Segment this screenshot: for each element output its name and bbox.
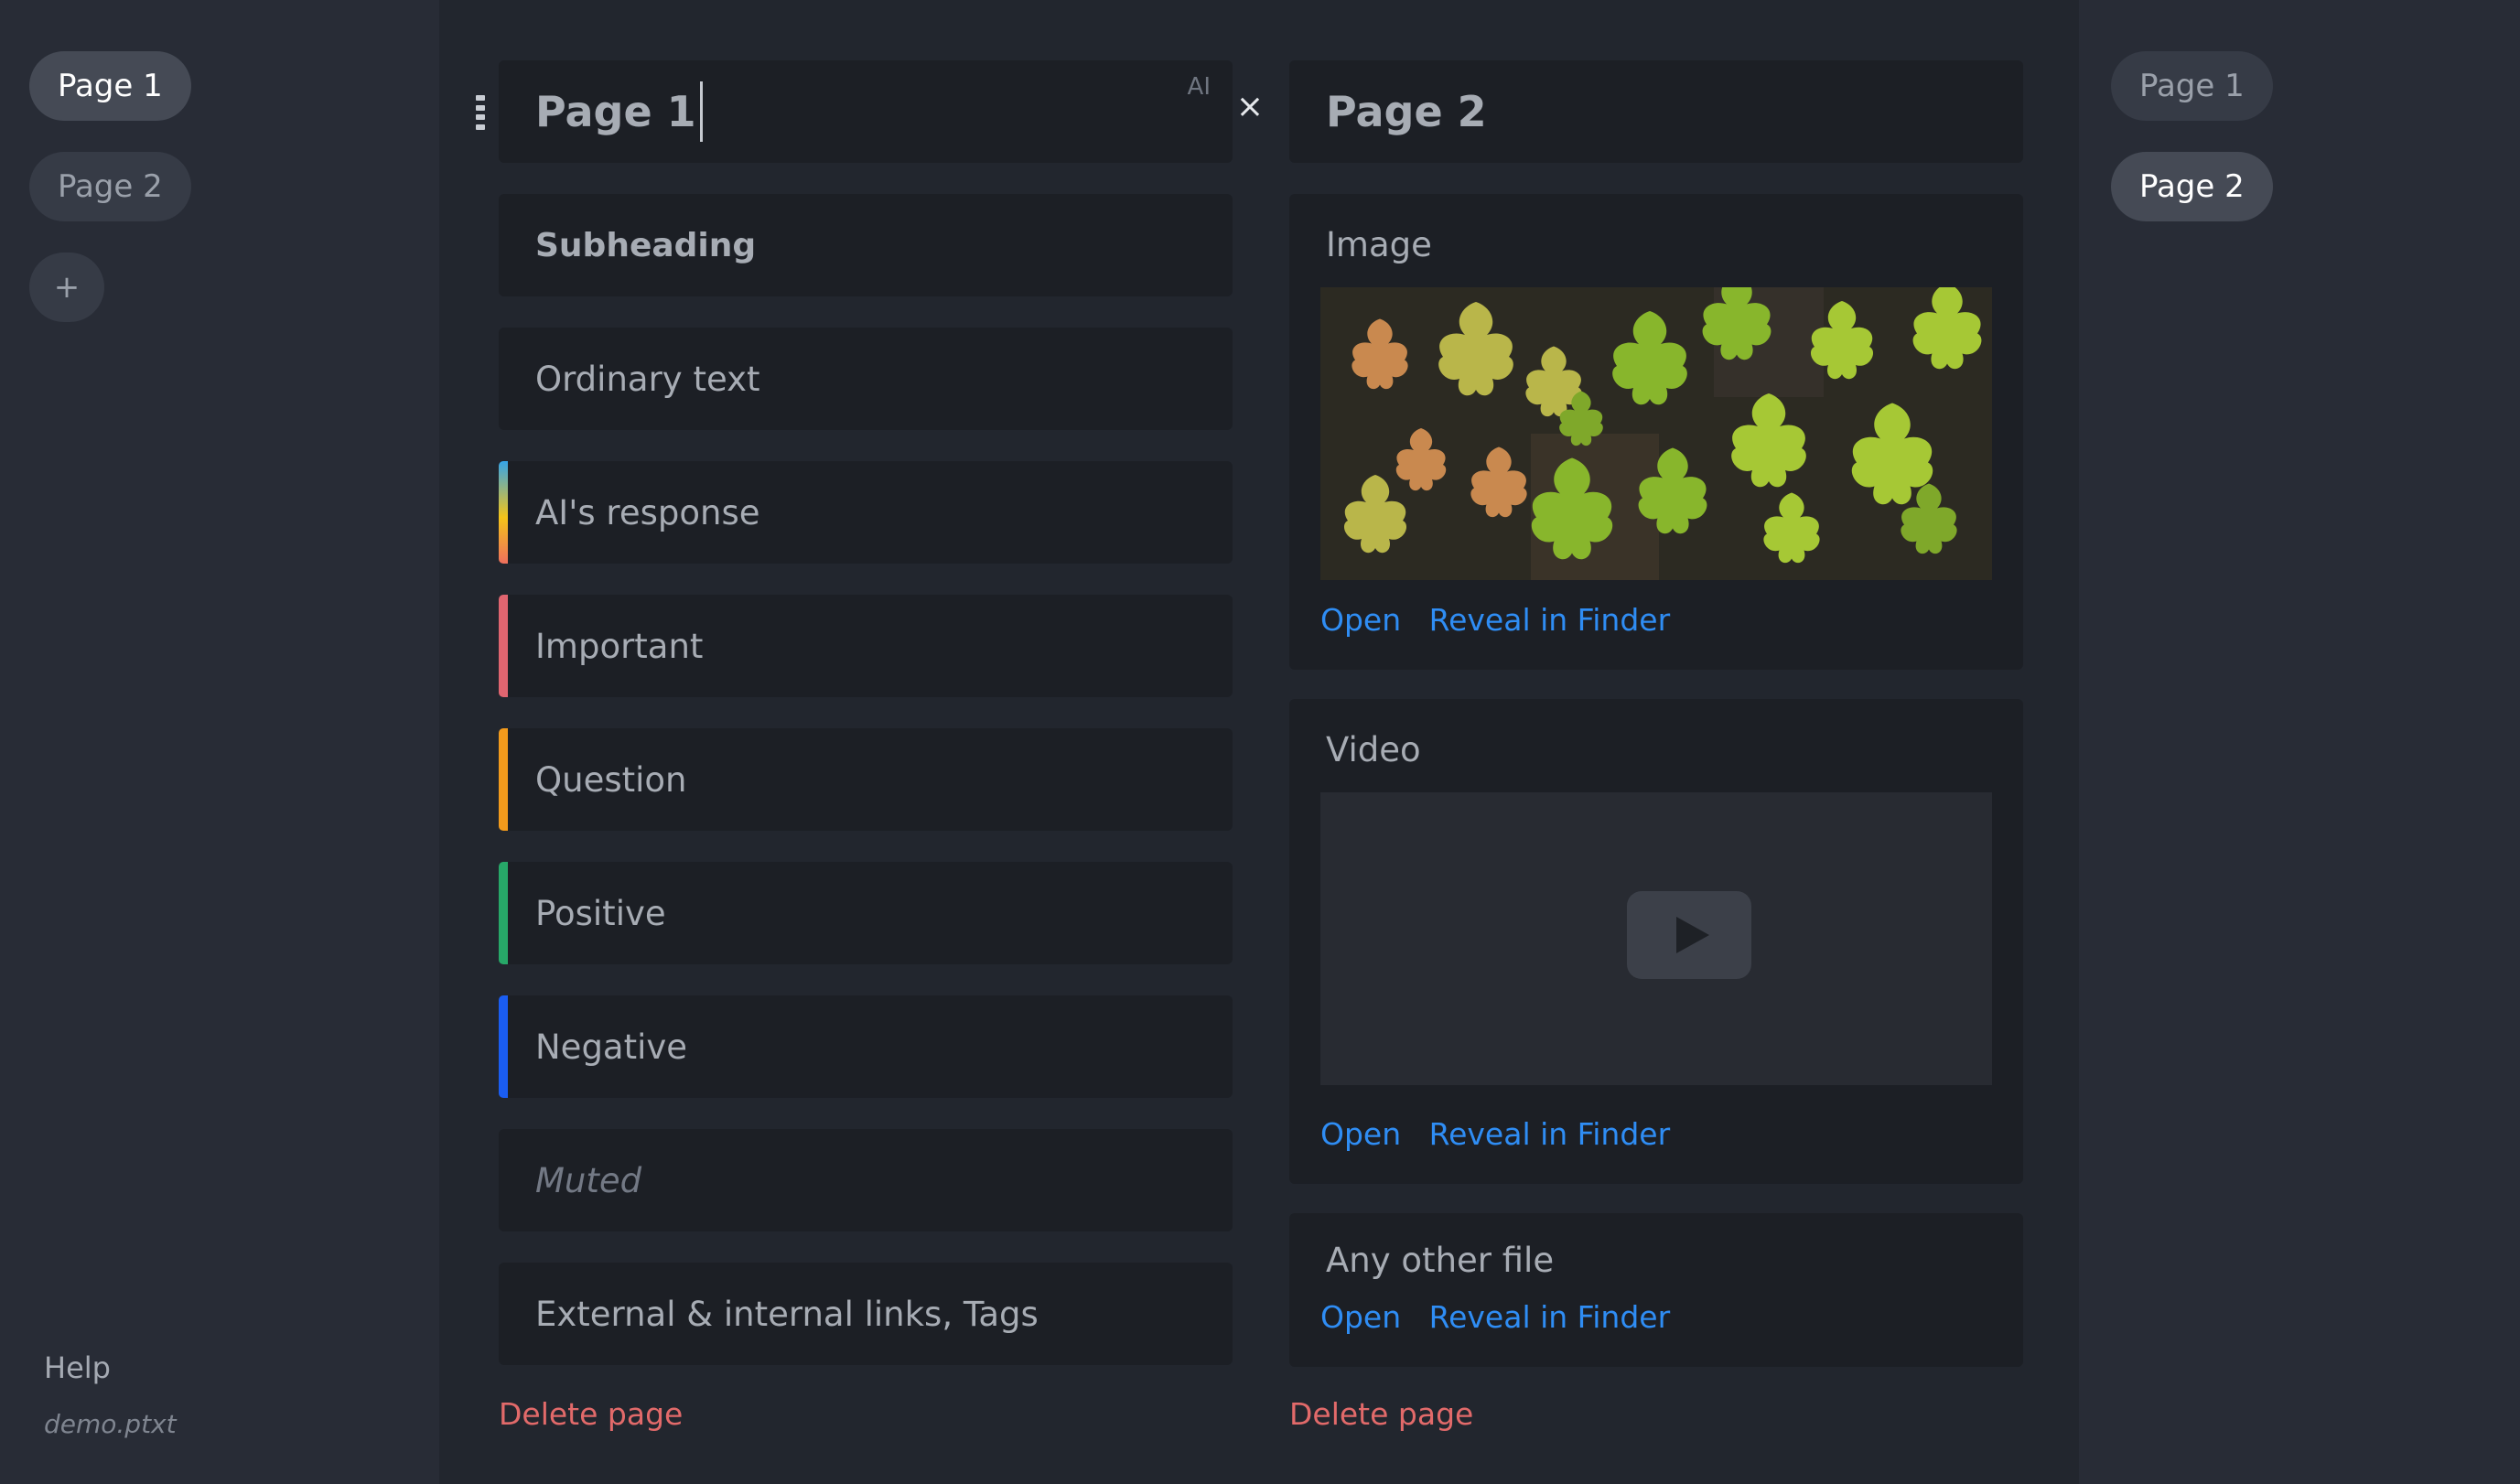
image-reveal-link[interactable]: Reveal in Finder [1429,602,1671,638]
positive-block[interactable]: Positive [499,862,1233,964]
image-open-link[interactable]: Open [1320,602,1401,638]
page-2-title-block[interactable]: Page 2 [1289,60,2023,163]
video-card[interactable]: Video Open Reveal in Finder [1289,699,2023,1184]
video-card-label: Video [1326,730,1421,769]
page-1-delete-button[interactable]: Delete page [499,1396,683,1432]
video-player[interactable] [1320,792,1992,1085]
text-caret [699,81,703,142]
video-card-links: Open Reveal in Finder [1320,1116,1688,1152]
negative-accent-bar [499,995,508,1098]
question-text: Question [535,759,687,800]
negative-text: Negative [535,1027,688,1067]
image-thumbnail[interactable] [1320,287,1992,580]
ai-response-text: AI's response [535,492,760,532]
subheading-block[interactable]: Subheading [499,194,1233,296]
image-card[interactable]: Image Open Reveal in Finder [1289,194,2023,670]
right-sidebar: Page 1 Page 2 [2079,0,2520,1484]
file-card-links: Open Reveal in Finder [1320,1299,1688,1335]
right-page-2-tab[interactable]: Page 2 [2111,152,2273,221]
important-text: Important [535,626,704,666]
positive-accent-bar [499,862,508,964]
sidebar-page-1-tab[interactable]: Page 1 [29,51,191,121]
page-2-delete-button[interactable]: Delete page [1289,1396,1473,1432]
image-card-links: Open Reveal in Finder [1320,602,1688,638]
ai-accent-bar [499,461,508,564]
muted-block[interactable]: Muted [499,1129,1233,1231]
close-icon[interactable]: × [1235,88,1265,132]
file-card-label: Any other file [1326,1241,1555,1280]
important-accent-bar [499,595,508,697]
important-block[interactable]: Important [499,595,1233,697]
page-2-title[interactable]: Page 2 [1326,87,1487,136]
add-page-button[interactable]: + [29,253,104,322]
question-accent-bar [499,728,508,831]
question-block[interactable]: Question [499,728,1233,831]
document-filename: demo.ptxt [44,1409,177,1439]
positive-text: Positive [535,893,666,933]
negative-block[interactable]: Negative [499,995,1233,1098]
links-tags-block[interactable]: External & internal links, Tags [499,1263,1233,1365]
image-card-label: Image [1326,225,1432,264]
file-card[interactable]: Any other file Open Reveal in Finder [1289,1213,2023,1367]
video-reveal-link[interactable]: Reveal in Finder [1429,1116,1671,1152]
play-icon[interactable] [1627,891,1751,979]
page-1-title-block[interactable]: Page 1 AI [499,60,1233,163]
ai-badge[interactable]: AI [1188,73,1211,101]
file-reveal-link[interactable]: Reveal in Finder [1429,1299,1671,1335]
video-open-link[interactable]: Open [1320,1116,1401,1152]
drag-handle-icon[interactable] [474,95,487,130]
ai-response-block[interactable]: AI's response [499,461,1233,564]
page-1-title[interactable]: Page 1 [535,87,696,136]
right-page-1-tab[interactable]: Page 1 [2111,51,2273,121]
help-link[interactable]: Help [44,1350,111,1385]
file-open-link[interactable]: Open [1320,1299,1401,1335]
sidebar-page-2-tab[interactable]: Page 2 [29,152,191,221]
ordinary-text-block[interactable]: Ordinary text [499,328,1233,430]
left-sidebar: Page 1 Page 2 + Help demo.ptxt [0,0,439,1484]
